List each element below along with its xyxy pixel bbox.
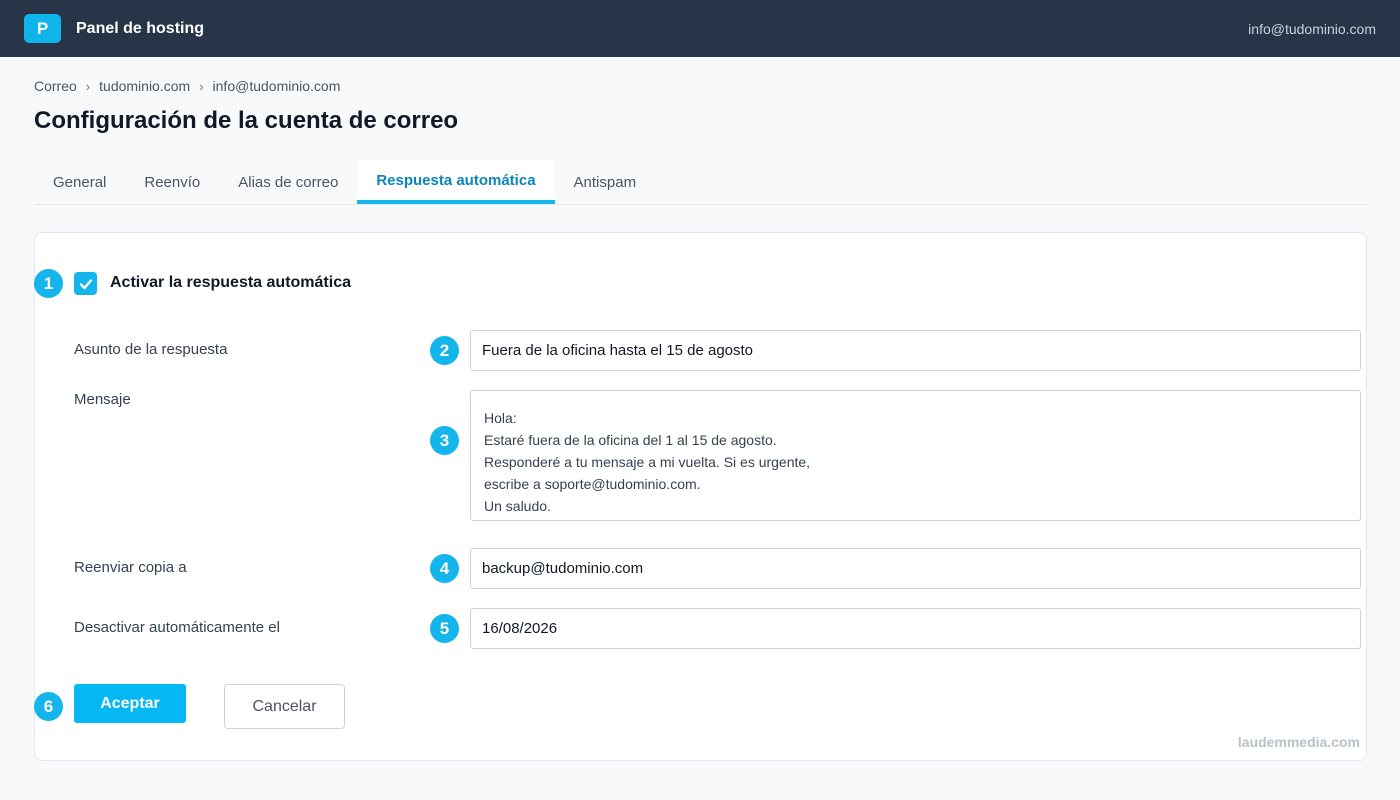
breadcrumb-item-account[interactable]: info@tudominio.com — [213, 78, 341, 94]
breadcrumb-separator: › — [85, 78, 91, 94]
checkmark-icon — [79, 278, 92, 289]
brand[interactable]: P Panel de hosting — [24, 14, 204, 43]
forward-copy-label: Reenviar copia a — [74, 559, 187, 576]
tab-antispam[interactable]: Antispam — [555, 160, 656, 204]
tab-general[interactable]: General — [34, 160, 125, 204]
step-badge-5: 5 — [430, 614, 459, 643]
message-label: Mensaje — [74, 391, 131, 408]
auto-disable-date-input[interactable] — [470, 608, 1361, 649]
breadcrumb-item-domain[interactable]: tudominio.com — [99, 78, 190, 94]
subject-input[interactable] — [470, 330, 1361, 371]
tab-reenvio[interactable]: Reenvío — [125, 160, 219, 204]
top-bar: P Panel de hosting info@tudominio.com — [0, 0, 1400, 57]
step-badge-4: 4 — [430, 554, 459, 583]
tab-respuesta-automatica[interactable]: Respuesta automática — [357, 160, 555, 204]
step-badge-2: 2 — [430, 336, 459, 365]
breadcrumb-item-correo[interactable]: Correo — [34, 78, 77, 94]
auto-disable-label: Desactivar automáticamente el — [74, 619, 280, 636]
page-title: Configuración de la cuenta de correo — [34, 107, 459, 134]
forward-copy-input[interactable] — [470, 548, 1361, 589]
enable-autoreply-checkbox[interactable] — [74, 272, 97, 295]
breadcrumb: Correo › tudominio.com › info@tudominio.… — [34, 78, 340, 94]
step-badge-3: 3 — [430, 426, 459, 455]
step-badge-1: 1 — [34, 269, 63, 298]
watermark: laudemmedia.com — [1237, 734, 1360, 750]
logo: P — [24, 14, 61, 43]
tab-bar: General Reenvío Alias de correo Respuest… — [34, 160, 1367, 205]
step-badge-6: 6 — [34, 692, 63, 721]
cancel-button[interactable]: Cancelar — [224, 684, 345, 729]
user-email[interactable]: info@tudominio.com — [1248, 21, 1376, 37]
breadcrumb-separator: › — [199, 78, 204, 94]
subject-label: Asunto de la respuesta — [74, 341, 228, 358]
tab-alias[interactable]: Alias de correo — [219, 160, 357, 204]
message-textarea[interactable]: Hola: Estaré fuera de la oficina del 1 a… — [470, 390, 1361, 521]
app-name: Panel de hosting — [76, 19, 205, 37]
accept-button[interactable]: Aceptar — [74, 684, 186, 723]
enable-autoreply-label[interactable]: Activar la respuesta automática — [110, 274, 351, 292]
